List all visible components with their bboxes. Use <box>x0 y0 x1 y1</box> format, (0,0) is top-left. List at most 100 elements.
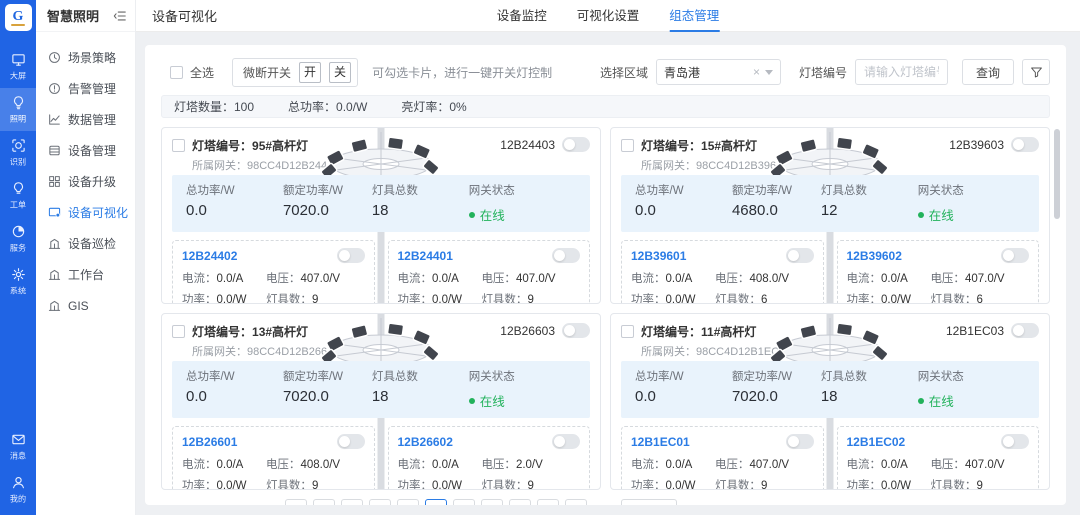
rail-item-service[interactable]: 服务 <box>0 217 36 260</box>
branch-id-link[interactable]: 12B39602 <box>847 249 902 263</box>
top-header: 设备可视化 设备监控 可视化设置 组态管理 <box>136 0 1080 32</box>
region-select[interactable]: 青岛港 × <box>656 59 781 85</box>
tower-stats: 总功率/W0.0 额定功率/W4680.0 灯具总数12 网关状态在线 <box>621 175 1039 232</box>
branch-toggle[interactable] <box>1001 248 1029 263</box>
branch-id-link[interactable]: 12B26601 <box>182 435 237 449</box>
sidebar-item-device-management[interactable]: 设备管理 <box>36 135 135 166</box>
tower-toggle[interactable] <box>1011 137 1039 152</box>
sidebar-item-device-upgrade[interactable]: 设备升级 <box>36 166 135 197</box>
rail-item-work-order[interactable]: 工单 <box>0 174 36 217</box>
line-chart-icon <box>48 113 61 126</box>
region-label: 选择区域 <box>600 64 648 81</box>
branch-id-link[interactable]: 12B24401 <box>398 249 453 263</box>
sidebar: 智慧照明 场景策略 告警管理 数据管理 设备管理 <box>36 0 136 515</box>
status-badge: 在线 <box>918 391 1031 410</box>
page-button[interactable] <box>369 499 391 505</box>
tower-stats: 总功率/W0.0 额定功率/W7020.0 灯具总数18 网关状态在线 <box>621 361 1039 418</box>
page-button[interactable] <box>341 499 363 505</box>
tower-name: 15#高杆灯 <box>701 139 757 153</box>
page-jump-box[interactable] <box>621 499 677 505</box>
region-value: 青岛港 <box>664 64 753 81</box>
rail-item-messages[interactable]: 消息 <box>0 425 36 468</box>
card-checkbox[interactable] <box>172 139 185 152</box>
icon-rail: G 大屏 照明 识别 工单 服务 <box>0 0 36 515</box>
tower-toggle[interactable] <box>562 323 590 338</box>
branch-id-link[interactable]: 12B1EC01 <box>631 435 690 449</box>
branch-toggle[interactable] <box>1001 434 1029 449</box>
sidebar-item-device-visualization[interactable]: 设备可视化 <box>36 197 135 228</box>
branch-toggle[interactable] <box>337 434 365 449</box>
filter-button[interactable] <box>1022 59 1050 85</box>
query-button[interactable]: 查询 <box>962 59 1014 85</box>
page-button[interactable] <box>285 499 307 505</box>
collapse-sidebar-icon[interactable] <box>113 9 127 23</box>
sidebar-item-workbench[interactable]: 工作台 <box>36 259 135 290</box>
monitor-badge-icon <box>48 206 61 219</box>
tab-configuration-management[interactable]: 组态管理 <box>669 0 719 32</box>
tower-stats: 总功率/W0.0 额定功率/W7020.0 灯具总数18 网关状态在线 <box>172 175 590 232</box>
card-checkbox[interactable] <box>621 139 634 152</box>
page-button-active[interactable] <box>425 499 447 505</box>
screen-icon <box>11 52 26 67</box>
branch-id-link[interactable]: 12B26602 <box>398 435 453 449</box>
device-id: 12B39603 <box>949 138 1004 152</box>
clock-icon <box>48 51 61 64</box>
tower-no-input[interactable] <box>855 59 948 85</box>
tab-device-monitoring[interactable]: 设备监控 <box>497 0 547 32</box>
breaker-switch-group: 微断开关 开 关 <box>232 58 358 87</box>
branch-card: 12B26602 电流：0.0/A 电压：2.0/V 功率：0.0/W 灯具数：… <box>388 426 591 490</box>
select-all-checkbox[interactable] <box>170 66 183 79</box>
main-panel: 全选 微断开关 开 关 可勾选卡片，进行一键开关灯控制 选择区域 青岛港 × <box>145 45 1066 505</box>
branch-card: 12B26601 电流：0.0/A 电压：408.0/V 功率：0.0/W 灯具… <box>172 426 375 490</box>
sidebar-item-data-management[interactable]: 数据管理 <box>36 104 135 135</box>
online-dot-icon <box>469 212 475 218</box>
building-icon <box>48 268 61 281</box>
tower-toggle[interactable] <box>1011 323 1039 338</box>
message-icon <box>11 432 26 447</box>
clear-icon[interactable]: × <box>753 65 760 79</box>
branch-toggle[interactable] <box>786 248 814 263</box>
rail-item-recognition[interactable]: 识别 <box>0 131 36 174</box>
sidebar-item-gis[interactable]: GIS <box>36 290 135 321</box>
card-checkbox[interactable] <box>172 325 185 338</box>
branch-id-link[interactable]: 12B1EC02 <box>847 435 906 449</box>
rail-item-bigscreen[interactable]: 大屏 <box>0 45 36 88</box>
page-button[interactable] <box>397 499 419 505</box>
page-button[interactable] <box>509 499 531 505</box>
tower-toggle[interactable] <box>562 137 590 152</box>
branch-toggle[interactable] <box>552 248 580 263</box>
branch-id-link[interactable]: 12B39601 <box>631 249 686 263</box>
sidebar-item-scene-strategy[interactable]: 场景策略 <box>36 42 135 73</box>
branch-toggle[interactable] <box>786 434 814 449</box>
breaker-on-button[interactable]: 开 <box>299 62 321 83</box>
device-id: 12B26603 <box>500 324 555 338</box>
tab-visualization-settings[interactable]: 可视化设置 <box>577 0 640 32</box>
page-button[interactable] <box>565 499 587 505</box>
page-button[interactable] <box>313 499 335 505</box>
branch-card: 12B1EC01 电流：0.0/A 电压：407.0/V 功率：0.0/W 灯具… <box>621 426 824 490</box>
rail-item-system[interactable]: 系统 <box>0 260 36 303</box>
branch-card: 12B24401 电流：0.0/A 电压：407.0/V 功率：0.0/W 灯具… <box>388 240 591 304</box>
status-badge: 在线 <box>918 205 1031 224</box>
scrollbar-thumb[interactable] <box>1054 129 1060 219</box>
branch-toggle[interactable] <box>337 248 365 263</box>
rail-item-profile[interactable]: 我的 <box>0 468 36 511</box>
online-dot-icon <box>469 398 475 404</box>
page-button[interactable] <box>453 499 475 505</box>
online-dot-icon <box>918 398 924 404</box>
pagination <box>285 499 677 505</box>
branch-id-link[interactable]: 12B24402 <box>182 249 237 263</box>
branch-toggle[interactable] <box>552 434 580 449</box>
rail-item-lighting[interactable]: 照明 <box>0 88 36 131</box>
tower-name: 11#高杆灯 <box>701 325 756 339</box>
sidebar-item-device-inspection[interactable]: 设备巡检 <box>36 228 135 259</box>
breaker-off-button[interactable]: 关 <box>329 62 351 83</box>
card-checkbox[interactable] <box>621 325 634 338</box>
gear-icon <box>11 267 26 282</box>
page-button[interactable] <box>537 499 559 505</box>
building-icon <box>48 237 61 250</box>
page-button[interactable] <box>481 499 503 505</box>
online-dot-icon <box>918 212 924 218</box>
sidebar-item-alarm-management[interactable]: 告警管理 <box>36 73 135 104</box>
app-logo[interactable]: G <box>5 4 32 31</box>
